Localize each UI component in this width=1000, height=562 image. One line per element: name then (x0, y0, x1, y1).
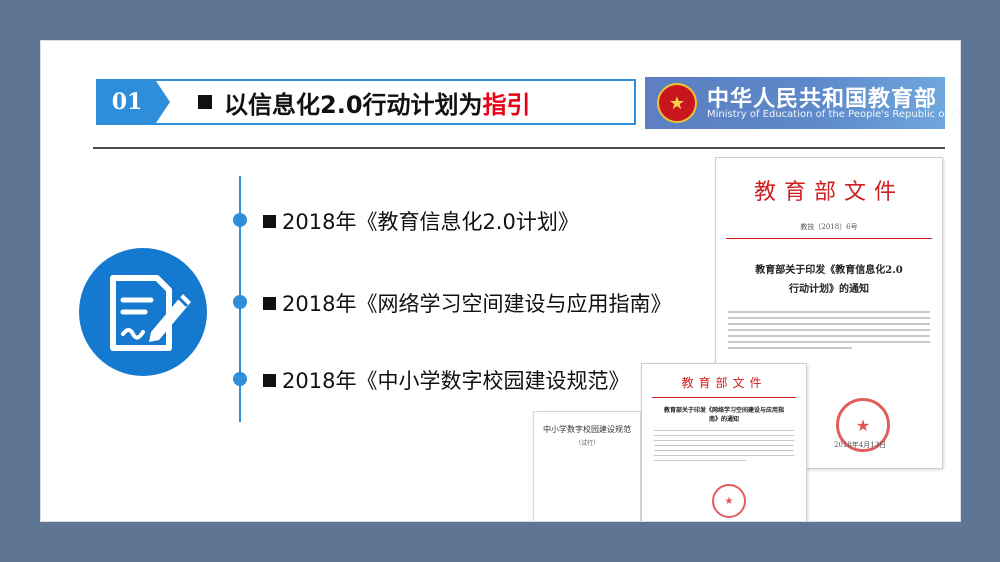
timeline-item: 2018年《中小学数字校园建设规范》 (263, 365, 629, 395)
doc1-date: 2018年4月13日 (834, 441, 887, 449)
square-bullet-icon (263, 296, 276, 310)
doc1-red-rule (726, 238, 932, 239)
timeline-dot (233, 295, 247, 309)
doc2-header: 教育部文件 (681, 376, 767, 390)
doc2-red-rule (652, 397, 796, 398)
timeline-dot (233, 213, 247, 227)
timeline-item: 2018年《网络学习空间建设与应用指南》 (263, 288, 671, 318)
doc2-title: 教育部关于印发《网络学习空间建设与应用指南》的通知 (663, 407, 784, 423)
document-image-learning-space-guide: 教育部文件 教育部关于印发《网络学习空间建设与应用指南》的通知 ★ (641, 363, 807, 521)
section-title-highlight: 指引 (482, 90, 531, 119)
section-title: 以信息化2.0行动计划为指引 (198, 84, 531, 120)
ministry-banner: ★ 中华人民共和国教育部 Ministry of Education of th… (645, 77, 960, 129)
timeline-item-label: 2018年《网络学习空间建设与应用指南》 (282, 292, 672, 316)
national-emblem-icon: ★ (657, 83, 697, 123)
timeline-dot (233, 372, 247, 386)
timeline-item-label: 2018年《教育信息化2.0计划》 (282, 210, 579, 234)
section-title-main: 以信息化2.0行动计划为 (224, 90, 483, 119)
doc1-number: 教技〔2018〕6号 (800, 223, 858, 231)
doc1-header: 教育部文件 (753, 180, 904, 205)
timeline-item: 2018年《教育信息化2.0计划》 (263, 206, 579, 236)
doc3-title: 中小学数字校园建设规范 (543, 425, 631, 434)
document-image-campus-spec: 中小学数字校园建设规范 （试行） (533, 411, 641, 521)
slide: 01 以信息化2.0行动计划为指引 ★ 中华人民共和国教育部 Ministry … (40, 40, 961, 522)
section-number: 01 (98, 81, 156, 123)
square-bullet-icon (198, 95, 212, 109)
document-edit-icon (79, 248, 207, 376)
section-number-notch (156, 81, 170, 123)
doc2-body (642, 430, 806, 461)
section-header: 01 以信息化2.0行动计划为指引 (96, 79, 636, 125)
timeline-item-label: 2018年《中小学数字校园建设规范》 (282, 369, 630, 393)
header-divider (93, 147, 945, 149)
doc1-title-line1: 教育部关于印发《教育信息化2.0 (755, 265, 903, 276)
doc3-subtitle: （试行） (574, 440, 599, 447)
doc1-body (716, 311, 942, 349)
official-seal-icon: ★ (712, 484, 746, 518)
square-bullet-icon (263, 373, 276, 387)
square-bullet-icon (263, 214, 276, 228)
doc1-title-line2: 行动计划》的通知 (789, 284, 869, 295)
ministry-name-en: Ministry of Education of the People's Re… (707, 109, 961, 120)
